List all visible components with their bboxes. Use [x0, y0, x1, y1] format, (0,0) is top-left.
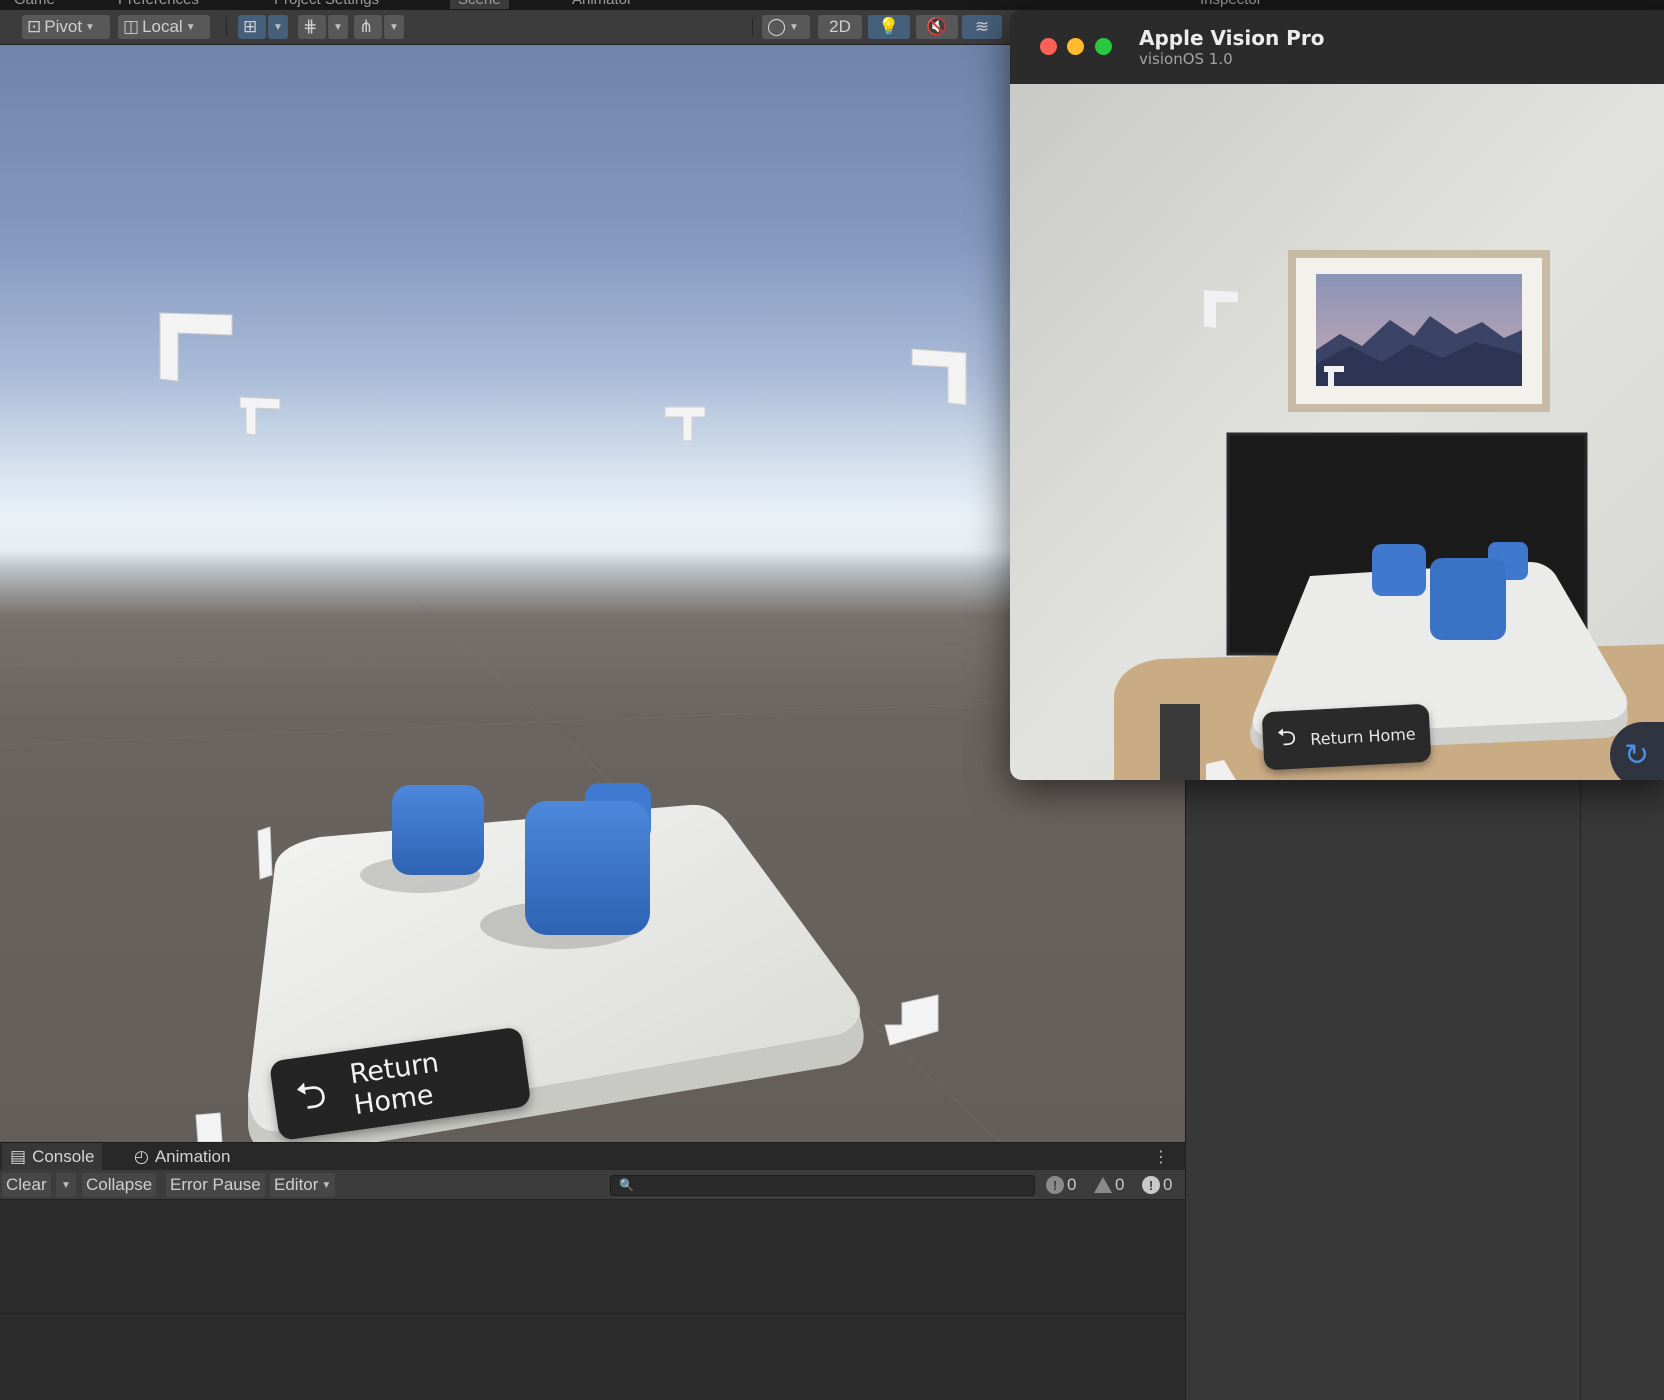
- audio-toggle[interactable]: 🔇: [916, 15, 958, 39]
- pivot-label: Pivot: [44, 17, 82, 37]
- increment-snap-dropdown[interactable]: ▼: [384, 15, 404, 39]
- clock-icon: ◴: [134, 1147, 149, 1167]
- chevron-down-icon: ▼: [789, 22, 799, 33]
- simulator-subtitle: visionOS 1.0: [1139, 50, 1233, 68]
- toolbar-divider: [752, 18, 753, 36]
- pivot-dropdown[interactable]: ⊡ Pivot ▼: [22, 15, 110, 39]
- console-toolbar: Clear ▼ Collapse Error Pause Editor ▼ 🔍 …: [0, 1170, 1185, 1200]
- tab-project-settings[interactable]: Project Settings: [274, 0, 379, 9]
- simulator-large-cube: [1430, 558, 1506, 640]
- simulator-room-render: [1010, 84, 1664, 780]
- tab-console[interactable]: ▤ Console: [2, 1143, 102, 1171]
- simulator-title: Apple Vision Pro: [1139, 26, 1324, 50]
- error-icon: !: [1142, 1176, 1160, 1194]
- warning-icon: [1094, 1177, 1112, 1193]
- search-icon: 🔍: [619, 1178, 634, 1192]
- lighting-toggle[interactable]: 💡: [868, 15, 910, 39]
- mode-2d-label: 2D: [829, 17, 851, 37]
- chevron-down-icon: ▼: [273, 22, 283, 33]
- increment-snap-button[interactable]: ⋔: [354, 15, 382, 39]
- scene-render: [0, 45, 1185, 1142]
- grid-snap-dropdown[interactable]: ▼: [268, 15, 288, 39]
- error-pause-label: Error Pause: [170, 1175, 261, 1195]
- audio-mute-icon: 🔇: [926, 17, 947, 37]
- clear-button[interactable]: Clear: [2, 1173, 51, 1197]
- grid-visibility-dropdown[interactable]: ▼: [328, 15, 348, 39]
- toolbar-divider: [226, 18, 227, 36]
- simulator-small-cube: [1372, 544, 1426, 596]
- toggle-2d-button[interactable]: 2D: [818, 15, 862, 39]
- console-icon: ▤: [10, 1147, 26, 1167]
- info-icon: !: [1046, 1176, 1064, 1194]
- return-arrow-icon: ⮌: [1276, 719, 1297, 761]
- tab-preferences[interactable]: Preferences: [118, 0, 199, 9]
- chevron-down-icon: ▼: [85, 22, 95, 33]
- lightbulb-icon: 💡: [878, 17, 899, 37]
- cube-icon: ◫: [123, 17, 139, 37]
- grid-snap-icon: ⊞: [243, 17, 257, 37]
- simulator-window: Apple Vision Pro visionOS 1.0: [1010, 10, 1664, 780]
- scene-toolbar: ⊡ Pivot ▼ ◫ Local ▼ ⊞ ▼ ⋕ ▼ ⋔ ▼ ◯ ▼ 2D 💡…: [0, 10, 1020, 45]
- scene-viewport[interactable]: ⮌ Return Home: [0, 45, 1185, 1142]
- minimize-window-button[interactable]: [1067, 38, 1084, 55]
- console-search-input[interactable]: 🔍: [610, 1175, 1035, 1196]
- zoom-window-button[interactable]: [1095, 38, 1112, 55]
- grid-icon: ⋕: [303, 17, 317, 37]
- collapse-button[interactable]: Collapse: [82, 1173, 156, 1197]
- grid-visibility-button[interactable]: ⋕: [298, 15, 326, 39]
- grid-snap-button[interactable]: ⊞: [238, 15, 266, 39]
- chevron-down-icon: ▼: [389, 22, 399, 33]
- return-arrow-icon: ⮌: [294, 1075, 329, 1117]
- editor-tab-strip: Game Preferences Project Settings Scene …: [0, 0, 1664, 10]
- tab-console-label: Console: [32, 1147, 94, 1167]
- more-options-icon[interactable]: ⋮: [1153, 1147, 1169, 1167]
- editor-dropdown[interactable]: Editor ▼: [270, 1173, 335, 1197]
- clear-label: Clear: [6, 1175, 47, 1195]
- local-label: Local: [142, 17, 183, 37]
- simulator-return-home-button[interactable]: ⮌ Return Home: [1262, 704, 1432, 771]
- chevron-down-icon: ▼: [321, 1180, 331, 1191]
- error-counter[interactable]: ! 0: [1142, 1174, 1172, 1196]
- chevron-down-icon: ▼: [333, 22, 343, 33]
- warning-counter[interactable]: 0: [1094, 1174, 1124, 1196]
- editor-label: Editor: [274, 1175, 318, 1195]
- pointer-refresh-icon: ↻: [1624, 738, 1649, 773]
- tab-animator[interactable]: Animator: [572, 0, 632, 9]
- console-tab-bar: ▤ Console ◴ Animation ⋮: [0, 1142, 1185, 1170]
- collapse-label: Collapse: [86, 1175, 152, 1195]
- clear-options-dropdown[interactable]: ▼: [56, 1173, 76, 1197]
- log-count: 0: [1067, 1175, 1076, 1195]
- large-cube: [525, 801, 650, 935]
- simulator-viewport[interactable]: ⮌ Return Home ↻: [1010, 84, 1664, 780]
- tab-scene[interactable]: Scene: [450, 0, 509, 9]
- chevron-down-icon: ▼: [186, 22, 196, 33]
- tab-inspector[interactable]: Inspector: [1200, 0, 1262, 9]
- small-cube: [392, 785, 484, 875]
- local-dropdown[interactable]: ◫ Local ▼: [118, 15, 210, 39]
- snap-icon: ⋔: [359, 17, 373, 37]
- effects-toggle[interactable]: ≋: [962, 15, 1002, 39]
- warning-count: 0: [1115, 1175, 1124, 1195]
- console-log-area[interactable]: [0, 1200, 1185, 1400]
- shading-sphere-icon: ◯: [767, 17, 786, 37]
- error-pause-button[interactable]: Error Pause: [166, 1173, 265, 1197]
- error-count: 0: [1163, 1175, 1172, 1195]
- log-counter[interactable]: ! 0: [1046, 1174, 1076, 1196]
- console-divider: [0, 1313, 1185, 1314]
- return-home-label: Return Home: [348, 1035, 530, 1121]
- simulator-return-home-label: Return Home: [1310, 724, 1416, 748]
- close-window-button[interactable]: [1040, 38, 1057, 55]
- tab-animation-label: Animation: [155, 1147, 231, 1167]
- tab-animation[interactable]: ◴ Animation: [126, 1143, 238, 1171]
- simulator-titlebar: Apple Vision Pro visionOS 1.0: [1010, 10, 1664, 84]
- pivot-icon: ⊡: [27, 17, 41, 37]
- tab-game[interactable]: Game: [14, 0, 55, 9]
- chevron-down-icon: ▼: [61, 1180, 71, 1191]
- layers-icon: ≋: [975, 17, 989, 37]
- draw-mode-dropdown[interactable]: ◯ ▼: [762, 15, 810, 39]
